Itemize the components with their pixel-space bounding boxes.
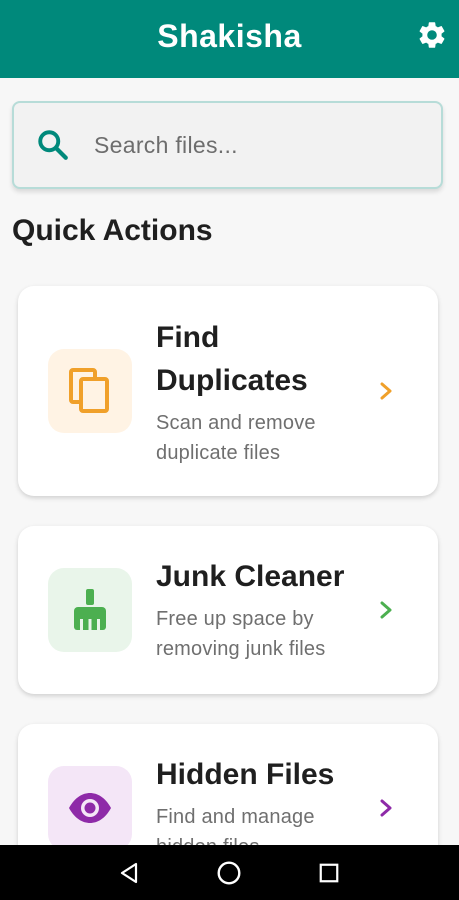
broom-icon [74, 589, 106, 630]
app-screen: Shakisha Quick Actions Find Duplicates [0, 0, 459, 900]
card-title: Find Duplicates [156, 321, 308, 397]
chevron-right-icon [380, 382, 392, 400]
search-input[interactable] [94, 131, 414, 159]
card-title: Junk Cleaner [156, 560, 345, 593]
gear-icon [419, 22, 445, 48]
copy-icon [69, 368, 109, 413]
card-icon-box [48, 766, 132, 850]
card-description: Free up space by removing junk files [156, 608, 326, 660]
card-title: Hidden Files [156, 758, 335, 791]
search-icon [34, 126, 72, 164]
home-circle-icon [218, 861, 241, 884]
settings-button[interactable] [415, 18, 449, 52]
back-button[interactable] [114, 857, 146, 889]
home-button[interactable] [213, 857, 245, 889]
back-triangle-icon [120, 862, 137, 883]
eye-icon [69, 793, 111, 823]
search-bar[interactable] [12, 101, 443, 189]
card-find-duplicates[interactable]: Find Duplicates Scan and remove duplicat… [18, 286, 438, 496]
card-text: Junk Cleaner Free up space by removing j… [156, 555, 366, 664]
chevron-right-icon [380, 601, 392, 619]
app-title: Shakisha [157, 17, 302, 54]
card-text: Find Duplicates Scan and remove duplicat… [156, 316, 366, 468]
card-description: Scan and remove duplicate files [156, 412, 316, 464]
section-title-quick-actions: Quick Actions [12, 214, 213, 247]
chevron-right-icon [380, 799, 392, 817]
card-icon-box [48, 568, 132, 652]
card-icon-box [48, 349, 132, 433]
card-junk-cleaner[interactable]: Junk Cleaner Free up space by removing j… [18, 526, 438, 694]
recents-square-icon [319, 863, 339, 882]
system-navigation-bar [0, 845, 459, 900]
app-bar: Shakisha [0, 0, 459, 78]
recents-button[interactable] [313, 857, 345, 889]
